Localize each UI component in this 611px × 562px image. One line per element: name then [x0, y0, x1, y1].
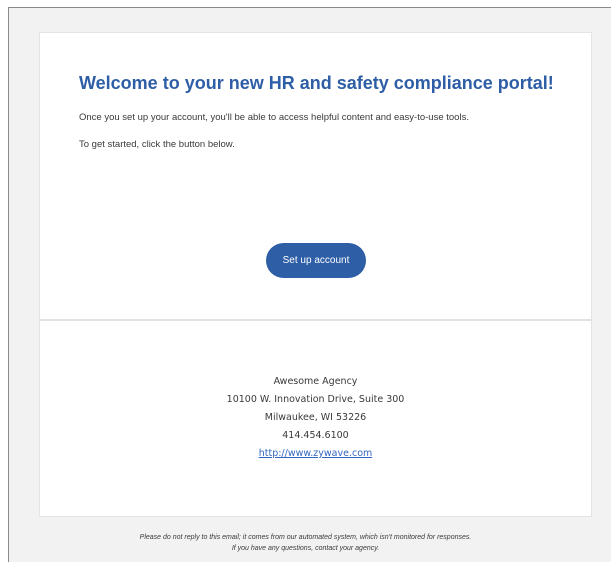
- setup-account-button[interactable]: Set up account: [266, 243, 366, 278]
- email-card: Welcome to your new HR and safety compli…: [39, 32, 592, 517]
- address-line-1: 10100 W. Innovation Drive, Suite 300: [226, 394, 405, 405]
- disclaimer: Please do not reply to this email; it co…: [0, 532, 611, 554]
- agency-name: Awesome Agency: [273, 376, 358, 387]
- agency-website-link[interactable]: http://www.zywave.com: [259, 448, 373, 459]
- agency-phone: 414.454.6100: [282, 430, 349, 441]
- email-footer: Awesome Agency 10100 W. Innovation Drive…: [40, 321, 591, 516]
- email-headline: Welcome to your new HR and safety compli…: [79, 73, 554, 93]
- instruction-text: To get started, click the button below.: [79, 139, 235, 150]
- agency-address-block: Awesome Agency 10100 W. Innovation Drive…: [40, 373, 591, 463]
- address-line-2: Milwaukee, WI 53226: [264, 412, 367, 423]
- email-body: Welcome to your new HR and safety compli…: [40, 33, 591, 321]
- intro-text: Once you set up your account, you'll be …: [79, 112, 469, 123]
- disclaimer-line-2: If you have any questions, contact your …: [231, 545, 380, 552]
- disclaimer-line-1: Please do not reply to this email; it co…: [139, 534, 472, 541]
